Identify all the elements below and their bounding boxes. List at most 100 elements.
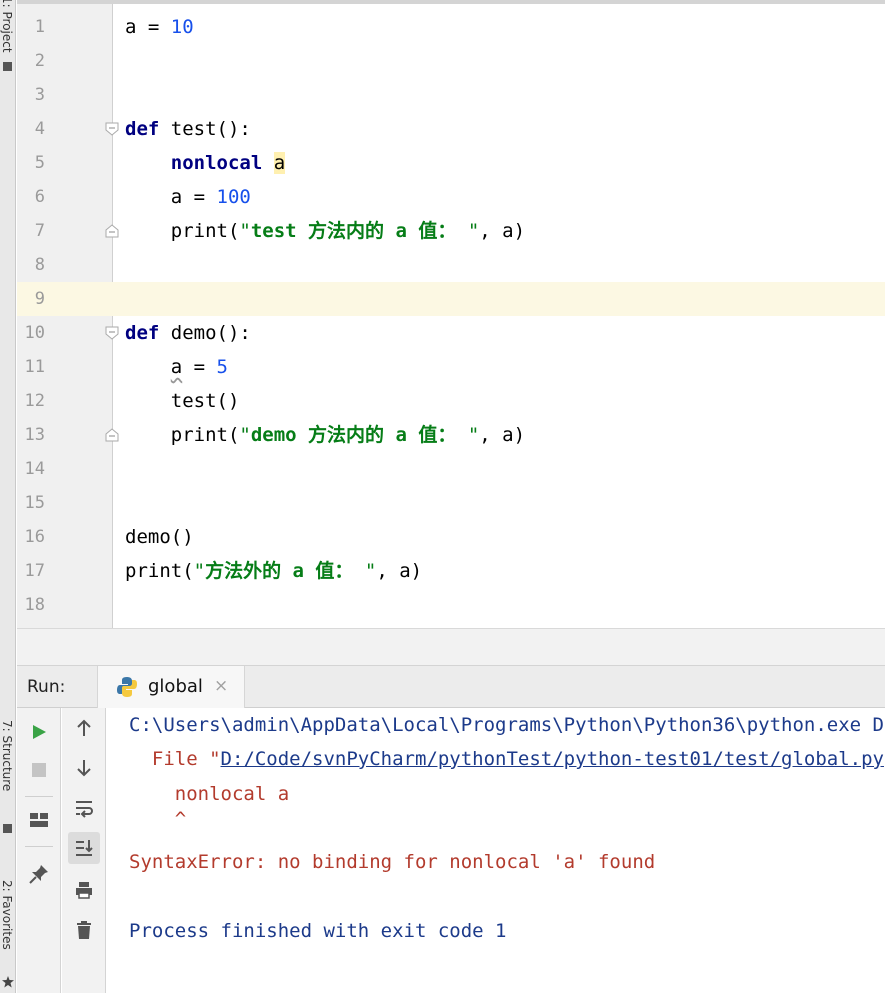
- code-text: , a): [479, 424, 526, 446]
- line-number: 11: [24, 357, 45, 377]
- pin-tab-button[interactable]: [23, 858, 55, 890]
- string-quote: ": [239, 220, 251, 242]
- line-number: 15: [24, 493, 45, 513]
- scroll-to-end-button[interactable]: [68, 832, 100, 864]
- code-line[interactable]: 7 print("test 方法内的 a 值： ", a): [17, 214, 885, 248]
- fold-open-icon[interactable]: [104, 121, 120, 137]
- current-code-line[interactable]: 9: [17, 282, 885, 316]
- code-text: print(: [170, 220, 240, 242]
- project-tab-label: 1: Project: [0, 0, 14, 53]
- string-quote: ": [456, 220, 480, 242]
- stop-button[interactable]: [23, 754, 55, 786]
- line-number: 10: [24, 323, 45, 343]
- scroll-end-icon: [76, 840, 93, 856]
- close-tab-icon[interactable]: ×: [214, 676, 228, 696]
- line-number: 1: [34, 17, 45, 37]
- arrow-up-icon: [77, 719, 91, 736]
- keyword: nonlocal: [170, 152, 263, 174]
- line-number: 9: [34, 289, 45, 309]
- console-command-line: C:\Users\admin\AppData\Local\Programs\Py…: [129, 714, 885, 736]
- run-label: Run:: [27, 677, 66, 697]
- string-quote: ": [239, 424, 251, 446]
- code-line[interactable]: 13 print("demo 方法内的 a 值： ", a): [17, 418, 885, 452]
- code-text: demo():: [159, 322, 251, 344]
- project-tool-tab[interactable]: 1: Project: [0, 0, 16, 76]
- code-editor[interactable]: 1 a = 10 2 3 4 def test(): 5 nonlocal a …: [17, 0, 885, 628]
- play-icon: [33, 725, 46, 739]
- code-text: a =: [170, 186, 217, 208]
- code-line[interactable]: 6 a = 100: [17, 180, 885, 214]
- code-line[interactable]: 3: [17, 78, 885, 112]
- string-quote: ": [193, 560, 206, 582]
- folder-icon: [3, 62, 12, 71]
- structure-tool-tab[interactable]: 7: Structure: [0, 720, 16, 840]
- code-line[interactable]: 8: [17, 248, 885, 282]
- code-line[interactable]: 11 a = 5: [17, 350, 885, 384]
- string-quote: ": [456, 424, 480, 446]
- string-quote: ": [353, 560, 377, 582]
- code-line[interactable]: 15: [17, 486, 885, 520]
- code-line[interactable]: 1 a = 10: [17, 10, 885, 44]
- panel-splitter[interactable]: [17, 628, 885, 666]
- run-tab-label: global: [148, 676, 203, 697]
- code-line[interactable]: 4 def test():: [17, 112, 885, 146]
- code-line[interactable]: 17 print("方法外的 a 值： ", a): [17, 554, 885, 588]
- line-number: 16: [24, 527, 45, 547]
- fold-end-icon[interactable]: [104, 223, 120, 239]
- traceback-prefix: File ": [129, 748, 221, 770]
- code-text: demo(): [125, 526, 194, 548]
- line-number: 2: [34, 51, 45, 71]
- code-line[interactable]: 18: [17, 588, 885, 622]
- fold-end-icon[interactable]: [104, 427, 120, 443]
- restore-layout-button[interactable]: [23, 804, 55, 836]
- line-number: 13: [24, 425, 45, 445]
- code-text: print(: [125, 560, 194, 582]
- fold-open-icon[interactable]: [104, 325, 120, 341]
- string-literal: demo 方法内的 a 值：: [250, 424, 457, 446]
- code-line[interactable]: 10 def demo():: [17, 316, 885, 350]
- favorites-tool-tab[interactable]: 2: Favorites: [0, 880, 16, 993]
- code-text: =: [182, 356, 217, 378]
- code-text: print(: [170, 424, 240, 446]
- code-line[interactable]: 16 demo(): [17, 520, 885, 554]
- line-number: 18: [24, 595, 45, 615]
- traceback-file-link[interactable]: D:/Code/svnPyCharm/pythonTest/python-tes…: [221, 748, 884, 770]
- up-trace-button[interactable]: [68, 712, 100, 744]
- keyword: def: [125, 322, 160, 344]
- run-toolbar-secondary: [62, 708, 106, 993]
- structure-tab-label: 7: Structure: [0, 720, 14, 792]
- code-line[interactable]: 14: [17, 452, 885, 486]
- line-number: 4: [34, 119, 45, 139]
- stop-icon: [32, 763, 46, 777]
- trash-icon: [77, 921, 91, 939]
- code-text: , a): [479, 220, 526, 242]
- code-line[interactable]: 2: [17, 44, 885, 78]
- rerun-button[interactable]: [23, 716, 55, 748]
- console-traceback-file: File "D:/Code/svnPyCharm/pythonTest/pyth…: [129, 746, 885, 772]
- line-number: 3: [34, 85, 45, 105]
- soft-wrap-button[interactable]: [68, 792, 100, 824]
- clear-all-button[interactable]: [68, 914, 100, 946]
- python-icon: [117, 677, 137, 697]
- run-tab-global[interactable]: global ×: [97, 666, 245, 708]
- print-button[interactable]: [68, 874, 100, 906]
- string-literal: 方法外的 a 值：: [205, 560, 354, 582]
- down-trace-button[interactable]: [68, 752, 100, 784]
- number-literal: 100: [216, 186, 251, 208]
- code-line[interactable]: 5 nonlocal a: [17, 146, 885, 180]
- layout-icon: [30, 813, 48, 827]
- star-icon: [2, 976, 14, 988]
- number-literal: 10: [170, 16, 194, 38]
- line-number: 14: [24, 459, 45, 479]
- line-number: 12: [24, 391, 45, 411]
- print-icon: [76, 882, 92, 899]
- arrow-down-icon: [77, 760, 91, 777]
- code-text: , a): [376, 560, 423, 582]
- console-source-line: nonlocal a: [129, 783, 290, 805]
- console-error-line: SyntaxError: no binding for nonlocal 'a'…: [129, 851, 656, 873]
- line-number: 7: [34, 221, 45, 241]
- structure-icon: [3, 824, 12, 833]
- run-console[interactable]: C:\Users\admin\AppData\Local\Programs\Py…: [107, 708, 885, 993]
- code-line[interactable]: 12 test(): [17, 384, 885, 418]
- code-text: test():: [159, 118, 251, 140]
